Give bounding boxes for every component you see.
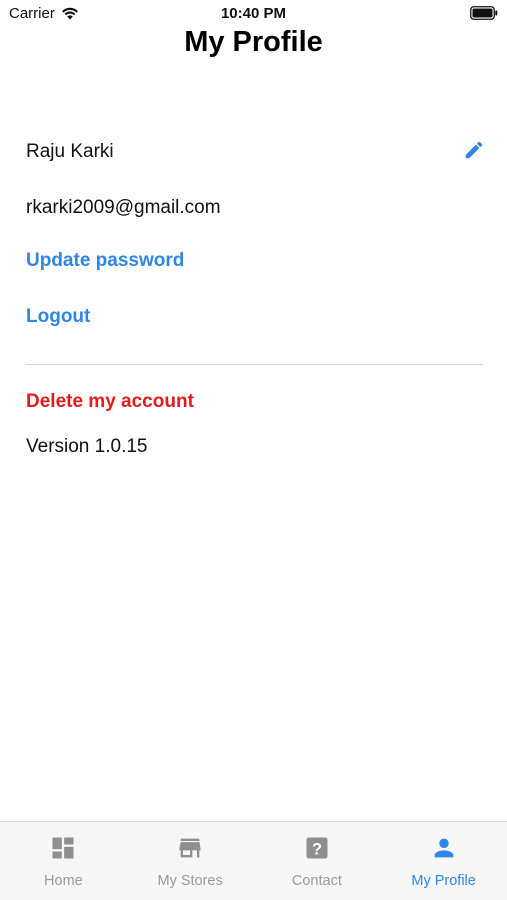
- battery-icon: [470, 6, 498, 20]
- tab-label: My Profile: [411, 873, 476, 889]
- profile-screen: Carrier 10:40 PM My Profile Raju Karki r…: [0, 0, 507, 900]
- dashboard-icon: [52, 837, 74, 859]
- tab-label: Contact: [291, 873, 342, 889]
- update-password-link[interactable]: Update password: [26, 250, 184, 272]
- page-title: My Profile: [184, 26, 323, 58]
- person-icon: [434, 838, 453, 858]
- store-icon: [179, 838, 201, 858]
- tab-bar: Home My Stores ? Contact My Profile: [0, 821, 507, 900]
- delete-account-link[interactable]: Delete my account: [26, 391, 194, 413]
- user-name: Raju Karki: [26, 141, 114, 162]
- tab-my-stores[interactable]: My Stores: [127, 822, 254, 900]
- svg-text:?: ?: [312, 840, 322, 858]
- status-bar: Carrier 10:40 PM: [0, 0, 507, 28]
- tab-label: My Stores: [157, 873, 223, 889]
- help-icon: ?: [306, 837, 328, 859]
- tab-my-profile[interactable]: My Profile: [380, 822, 507, 900]
- tab-home[interactable]: Home: [0, 822, 127, 900]
- app-version: Version 1.0.15: [26, 436, 148, 457]
- divider: [26, 364, 483, 365]
- logout-link[interactable]: Logout: [26, 306, 90, 328]
- tab-contact[interactable]: ? Contact: [254, 822, 381, 900]
- edit-pencil-icon[interactable]: [463, 139, 485, 161]
- tab-label: Home: [44, 873, 83, 889]
- user-email: rkarki2009@gmail.com: [26, 197, 221, 218]
- status-time: 10:40 PM: [220, 5, 287, 22]
